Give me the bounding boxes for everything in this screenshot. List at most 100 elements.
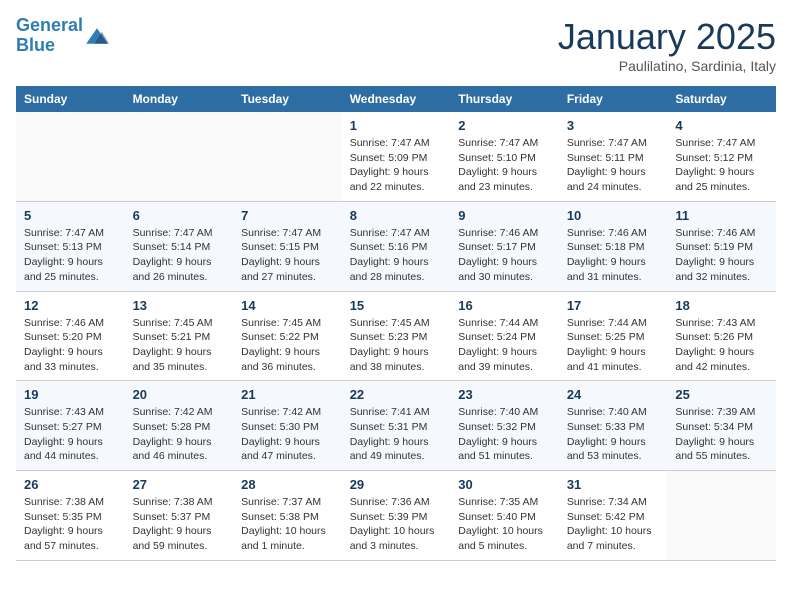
calendar-day-cell: 24Sunrise: 7:40 AM Sunset: 5:33 PM Dayli… (559, 381, 668, 471)
day-number: 18 (675, 298, 768, 313)
calendar-day-cell: 28 Sunrise: 7:37 AM Sunset: 5:38 PM Dayli… (233, 471, 342, 561)
day-number: 21 (241, 387, 334, 402)
day-info: Sunrise: 7:35 AM Sunset: 5:40 PM Dayligh… (458, 495, 551, 554)
calendar-day-cell: 9Sunrise: 7:46 AM Sunset: 5:17 PM Daylig… (450, 201, 559, 291)
day-number: 7 (241, 208, 334, 223)
day-number: 16 (458, 298, 551, 313)
calendar-day-cell: 10Sunrise: 7:46 AM Sunset: 5:18 PM Dayli… (559, 201, 668, 291)
day-info: Sunrise: 7:47 AM Sunset: 5:09 PM Dayligh… (350, 136, 443, 195)
day-number: 23 (458, 387, 551, 402)
day-info: Sunrise: 7:47 AM Sunset: 5:16 PM Dayligh… (350, 226, 443, 285)
calendar-day-cell: 20Sunrise: 7:42 AM Sunset: 5:28 PM Dayli… (125, 381, 234, 471)
logo: General Blue (16, 16, 109, 56)
day-number: 5 (24, 208, 117, 223)
day-number: 28 (241, 477, 334, 492)
day-number: 24 (567, 387, 660, 402)
calendar-day-cell: 23Sunrise: 7:40 AM Sunset: 5:32 PM Dayli… (450, 381, 559, 471)
day-info: Sunrise: 7:37 AM Sunset: 5:38 PM Dayligh… (241, 495, 334, 554)
day-number: 31 (567, 477, 660, 492)
calendar-day-cell (125, 112, 234, 201)
day-number: 3 (567, 118, 660, 133)
day-number: 1 (350, 118, 443, 133)
logo-line1: General (16, 15, 83, 35)
calendar-day-cell: 5 Sunrise: 7:47 AM Sunset: 5:13 PM Daylig… (16, 201, 125, 291)
logo-line2: Blue (16, 35, 55, 55)
calendar-day-cell (233, 112, 342, 201)
calendar-week-row: 1 Sunrise: 7:47 AM Sunset: 5:09 PM Daylig… (16, 112, 776, 201)
calendar-day-cell: 4 Sunrise: 7:47 AM Sunset: 5:12 PM Daylig… (667, 112, 776, 201)
day-number: 11 (675, 208, 768, 223)
day-info: Sunrise: 7:46 AM Sunset: 5:20 PM Dayligh… (24, 316, 117, 375)
day-info: Sunrise: 7:34 AM Sunset: 5:42 PM Dayligh… (567, 495, 660, 554)
calendar-week-row: 19 Sunrise: 7:43 AM Sunset: 5:27 PM Dayli… (16, 381, 776, 471)
day-number: 4 (675, 118, 768, 133)
calendar-week-row: 12 Sunrise: 7:46 AM Sunset: 5:20 PM Dayli… (16, 291, 776, 381)
calendar-day-cell: 1 Sunrise: 7:47 AM Sunset: 5:09 PM Daylig… (342, 112, 451, 201)
calendar-day-cell: 15 Sunrise: 7:45 AM Sunset: 5:23 PM Dayli… (342, 291, 451, 381)
location-subtitle: Paulilatino, Sardinia, Italy (558, 58, 776, 74)
day-info: Sunrise: 7:47 AM Sunset: 5:14 PM Dayligh… (133, 226, 226, 285)
calendar-table: SundayMondayTuesdayWednesdayThursdayFrid… (16, 86, 776, 561)
day-info: Sunrise: 7:39 AM Sunset: 5:34 PM Dayligh… (675, 405, 768, 464)
day-number: 29 (350, 477, 443, 492)
calendar-day-cell: 6 Sunrise: 7:47 AM Sunset: 5:14 PM Daylig… (125, 201, 234, 291)
day-number: 19 (24, 387, 117, 402)
calendar-day-cell: 29Sunrise: 7:36 AM Sunset: 5:39 PM Dayli… (342, 471, 451, 561)
weekday-header: Friday (559, 86, 668, 112)
title-block: January 2025 Paulilatino, Sardinia, Ital… (558, 16, 776, 74)
day-info: Sunrise: 7:47 AM Sunset: 5:11 PM Dayligh… (567, 136, 660, 195)
day-info: Sunrise: 7:43 AM Sunset: 5:27 PM Dayligh… (24, 405, 117, 464)
day-info: Sunrise: 7:44 AM Sunset: 5:25 PM Dayligh… (567, 316, 660, 375)
calendar-day-cell: 21 Sunrise: 7:42 AM Sunset: 5:30 PM Dayli… (233, 381, 342, 471)
calendar-day-cell: 13Sunrise: 7:45 AM Sunset: 5:21 PM Dayli… (125, 291, 234, 381)
calendar-day-cell: 27 Sunrise: 7:38 AM Sunset: 5:37 PM Dayli… (125, 471, 234, 561)
day-number: 6 (133, 208, 226, 223)
calendar-day-cell: 30 Sunrise: 7:35 AM Sunset: 5:40 PM Dayli… (450, 471, 559, 561)
day-info: Sunrise: 7:45 AM Sunset: 5:23 PM Dayligh… (350, 316, 443, 375)
calendar-day-cell: 12 Sunrise: 7:46 AM Sunset: 5:20 PM Dayli… (16, 291, 125, 381)
calendar-header-row: SundayMondayTuesdayWednesdayThursdayFrid… (16, 86, 776, 112)
day-number: 12 (24, 298, 117, 313)
calendar-day-cell: 2Sunrise: 7:47 AM Sunset: 5:10 PM Daylig… (450, 112, 559, 201)
day-number: 15 (350, 298, 443, 313)
day-number: 14 (241, 298, 334, 313)
logo-text: General Blue (16, 16, 83, 56)
logo-icon (85, 24, 109, 48)
calendar-day-cell: 17 Sunrise: 7:44 AM Sunset: 5:25 PM Dayli… (559, 291, 668, 381)
calendar-day-cell: 7 Sunrise: 7:47 AM Sunset: 5:15 PM Daylig… (233, 201, 342, 291)
weekday-header: Sunday (16, 86, 125, 112)
calendar-day-cell: 19 Sunrise: 7:43 AM Sunset: 5:27 PM Dayli… (16, 381, 125, 471)
calendar-day-cell (667, 471, 776, 561)
calendar-day-cell: 22 Sunrise: 7:41 AM Sunset: 5:31 PM Dayli… (342, 381, 451, 471)
day-info: Sunrise: 7:46 AM Sunset: 5:19 PM Dayligh… (675, 226, 768, 285)
calendar-day-cell: 11 Sunrise: 7:46 AM Sunset: 5:19 PM Dayli… (667, 201, 776, 291)
calendar-day-cell: 16 Sunrise: 7:44 AM Sunset: 5:24 PM Dayli… (450, 291, 559, 381)
day-number: 2 (458, 118, 551, 133)
day-info: Sunrise: 7:38 AM Sunset: 5:37 PM Dayligh… (133, 495, 226, 554)
day-info: Sunrise: 7:41 AM Sunset: 5:31 PM Dayligh… (350, 405, 443, 464)
day-number: 17 (567, 298, 660, 313)
header: General Blue January 2025 Paulilatino, S… (16, 16, 776, 74)
weekday-header: Tuesday (233, 86, 342, 112)
day-info: Sunrise: 7:47 AM Sunset: 5:15 PM Dayligh… (241, 226, 334, 285)
day-info: Sunrise: 7:44 AM Sunset: 5:24 PM Dayligh… (458, 316, 551, 375)
day-number: 27 (133, 477, 226, 492)
day-info: Sunrise: 7:42 AM Sunset: 5:30 PM Dayligh… (241, 405, 334, 464)
weekday-header: Monday (125, 86, 234, 112)
day-number: 22 (350, 387, 443, 402)
day-info: Sunrise: 7:47 AM Sunset: 5:13 PM Dayligh… (24, 226, 117, 285)
calendar-day-cell: 26Sunrise: 7:38 AM Sunset: 5:35 PM Dayli… (16, 471, 125, 561)
day-number: 26 (24, 477, 117, 492)
calendar-day-cell: 8Sunrise: 7:47 AM Sunset: 5:16 PM Daylig… (342, 201, 451, 291)
weekday-header: Thursday (450, 86, 559, 112)
day-number: 30 (458, 477, 551, 492)
day-number: 13 (133, 298, 226, 313)
calendar-day-cell: 14 Sunrise: 7:45 AM Sunset: 5:22 PM Dayli… (233, 291, 342, 381)
weekday-header: Wednesday (342, 86, 451, 112)
calendar-day-cell: 18Sunrise: 7:43 AM Sunset: 5:26 PM Dayli… (667, 291, 776, 381)
day-info: Sunrise: 7:46 AM Sunset: 5:17 PM Dayligh… (458, 226, 551, 285)
day-info: Sunrise: 7:45 AM Sunset: 5:22 PM Dayligh… (241, 316, 334, 375)
calendar-day-cell: 25Sunrise: 7:39 AM Sunset: 5:34 PM Dayli… (667, 381, 776, 471)
day-info: Sunrise: 7:42 AM Sunset: 5:28 PM Dayligh… (133, 405, 226, 464)
day-info: Sunrise: 7:47 AM Sunset: 5:12 PM Dayligh… (675, 136, 768, 195)
